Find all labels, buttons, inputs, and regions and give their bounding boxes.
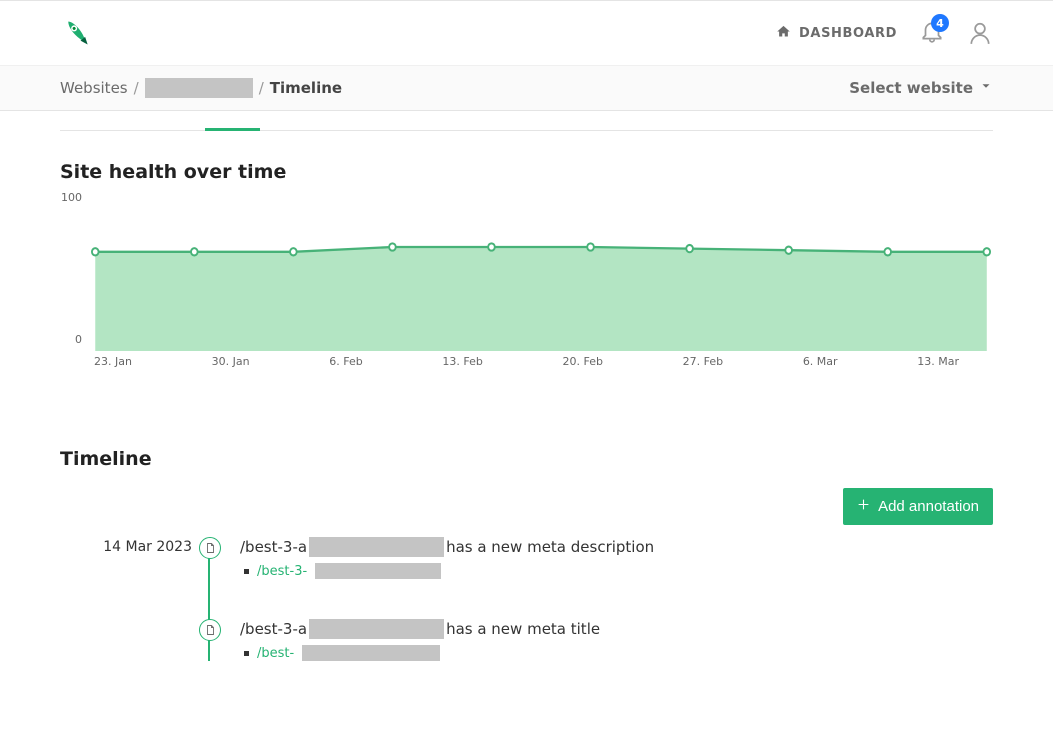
nav-dashboard-label: DASHBOARD bbox=[799, 26, 897, 41]
nav-dashboard[interactable]: DASHBOARD bbox=[776, 24, 897, 43]
breadcrumb-site-redacted[interactable] bbox=[145, 78, 253, 98]
add-annotation-label: Add annotation bbox=[878, 498, 979, 515]
top-bar: DASHBOARD 4 bbox=[0, 0, 1053, 66]
redacted-text bbox=[302, 645, 440, 661]
chart-title: Site health over time bbox=[60, 161, 993, 183]
x-tick: 6. Mar bbox=[803, 355, 838, 368]
user-icon bbox=[967, 20, 993, 46]
notifications-badge: 4 bbox=[931, 14, 949, 32]
redacted-text bbox=[309, 537, 444, 557]
timeline-title: Timeline bbox=[60, 448, 152, 470]
page-icon bbox=[204, 542, 216, 554]
breadcrumb-leaf: Timeline bbox=[270, 79, 342, 97]
chevron-down-icon bbox=[979, 79, 993, 97]
timeline-dot bbox=[199, 537, 221, 559]
redacted-text bbox=[315, 563, 441, 579]
plus-icon bbox=[857, 498, 870, 515]
breadcrumb: Websites / / Timeline bbox=[60, 78, 342, 98]
timeline-date: 14 Mar 2023 bbox=[62, 539, 192, 555]
tab-strip bbox=[60, 111, 993, 131]
timeline-entry-link[interactable]: /best- bbox=[244, 645, 993, 661]
active-tab-indicator bbox=[205, 128, 260, 131]
y-tick-bottom: 0 bbox=[56, 333, 82, 346]
redacted-text bbox=[309, 619, 444, 639]
app-logo[interactable] bbox=[60, 15, 96, 51]
timeline-dot bbox=[199, 619, 221, 641]
breadcrumb-separator: / bbox=[134, 79, 139, 97]
home-icon bbox=[776, 24, 791, 43]
x-tick: 27. Feb bbox=[683, 355, 723, 368]
timeline-entry-title[interactable]: /best-3-a has a new meta description bbox=[240, 537, 993, 557]
timeline-entry-title[interactable]: /best-3-a has a new meta title bbox=[240, 619, 993, 639]
x-tick: 13. Feb bbox=[442, 355, 482, 368]
site-health-chart: 100 0 23. Jan30. Jan6. Feb13. Feb20. Feb… bbox=[60, 191, 993, 368]
breadcrumb-separator: / bbox=[259, 79, 264, 97]
timeline-entry-link[interactable]: /best-3- bbox=[244, 563, 993, 579]
sub-bar: Websites / / Timeline Select website bbox=[0, 66, 1053, 111]
x-tick: 13. Mar bbox=[917, 355, 959, 368]
x-tick: 20. Feb bbox=[563, 355, 603, 368]
chart-canvas bbox=[60, 191, 993, 351]
add-annotation-button[interactable]: Add annotation bbox=[843, 488, 993, 525]
x-tick: 30. Jan bbox=[212, 355, 250, 368]
timeline-entry: /best-3-a has a new meta title /best- bbox=[210, 619, 993, 661]
timeline-list: 14 Mar 2023 /best-3-a has a new meta des… bbox=[60, 537, 993, 661]
breadcrumb-root[interactable]: Websites bbox=[60, 79, 128, 97]
x-tick: 23. Jan bbox=[94, 355, 132, 368]
select-website-dropdown[interactable]: Select website bbox=[849, 79, 993, 97]
timeline-entry: 14 Mar 2023 /best-3-a has a new meta des… bbox=[210, 537, 993, 579]
select-website-label: Select website bbox=[849, 79, 973, 97]
y-tick-top: 100 bbox=[56, 191, 82, 204]
user-menu[interactable] bbox=[967, 20, 993, 46]
notifications-button[interactable]: 4 bbox=[919, 18, 945, 48]
x-tick: 6. Feb bbox=[329, 355, 362, 368]
page-icon bbox=[204, 624, 216, 636]
